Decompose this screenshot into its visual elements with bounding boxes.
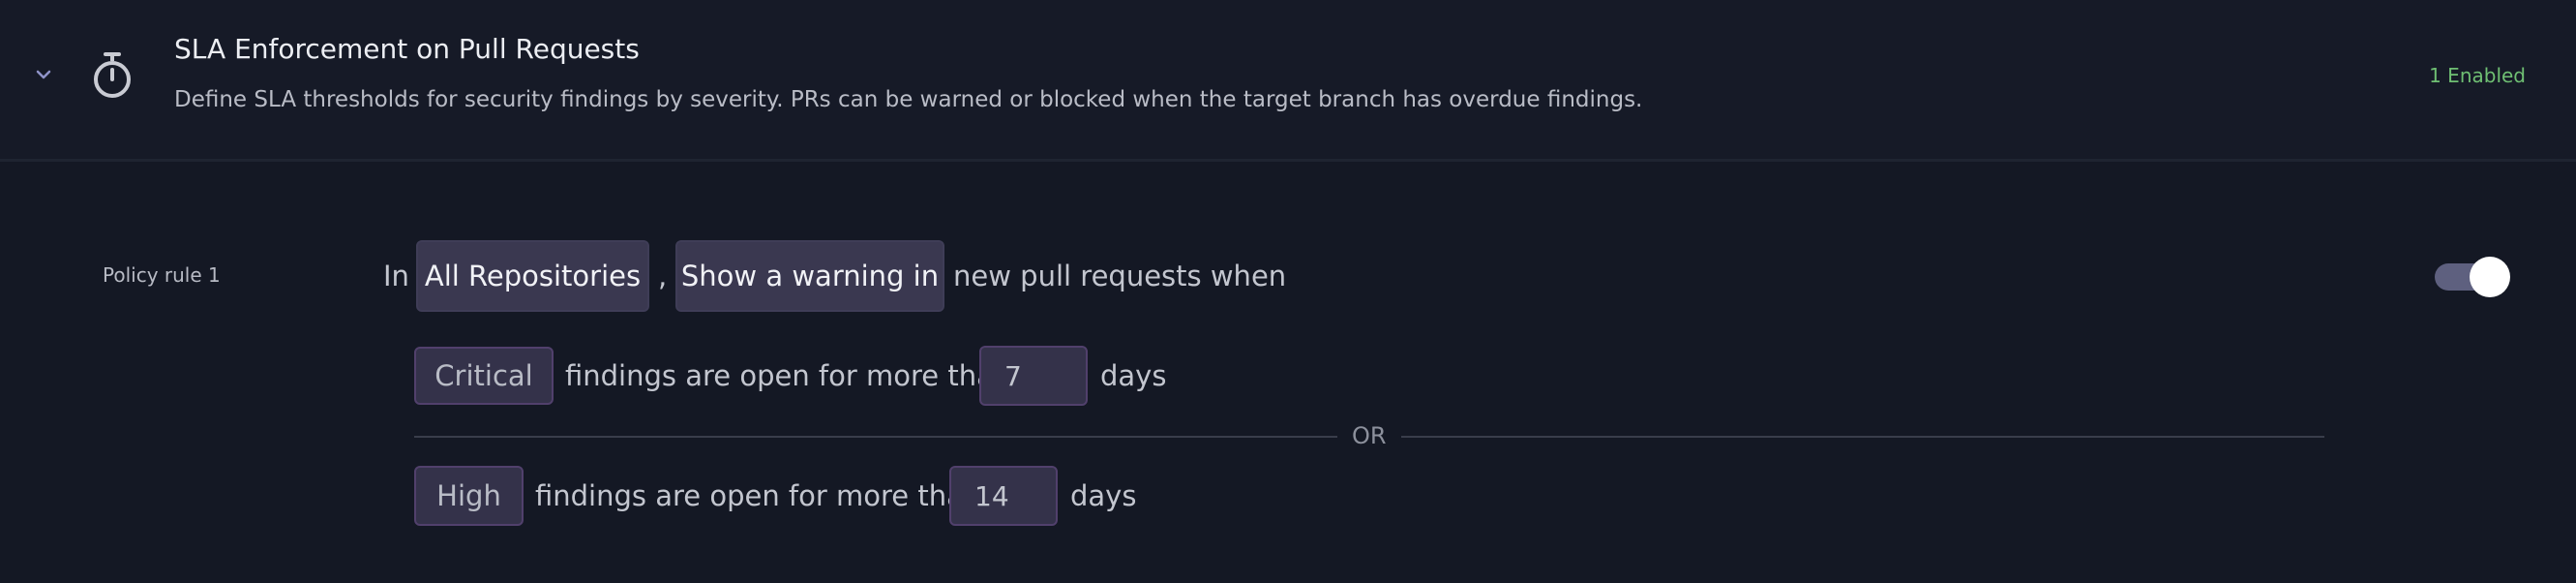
section-title: SLA Enforcement on Pull Requests: [174, 33, 640, 65]
days-threshold-input[interactable]: 14: [949, 466, 1058, 526]
condition-text: findings are open for more than: [535, 479, 982, 512]
stopwatch-icon: [89, 50, 135, 101]
rule-separator-text: ,: [658, 260, 668, 292]
policy-rule-label: Policy rule 1: [103, 263, 221, 287]
divider-line-right: [1401, 436, 2324, 438]
rule-prefix-text: In: [383, 260, 409, 292]
repository-scope-select[interactable]: All Repositories: [416, 240, 649, 312]
days-unit-text: days: [1070, 479, 1137, 512]
days-threshold-input[interactable]: 7: [979, 346, 1088, 406]
condition-text: findings are open for more than: [565, 359, 1012, 392]
section-description: Define SLA thresholds for security findi…: [174, 87, 1643, 112]
policy-section-header: SLA Enforcement on Pull Requests Define …: [0, 0, 2576, 162]
rule-enabled-toggle[interactable]: [2435, 257, 2510, 297]
severity-select[interactable]: High: [414, 466, 524, 526]
chevron-down-icon[interactable]: [31, 62, 56, 87]
toggle-knob: [2470, 257, 2510, 297]
rule-suffix-text: new pull requests when: [953, 260, 1287, 292]
severity-select[interactable]: Critical: [414, 347, 554, 405]
enabled-count-status: 1 Enabled: [2429, 64, 2526, 87]
divider-line-left: [414, 436, 1337, 438]
enforcement-action-select[interactable]: Show a warning in: [675, 240, 944, 312]
or-conjunction-label: OR: [1352, 422, 1387, 449]
days-unit-text: days: [1100, 359, 1167, 392]
